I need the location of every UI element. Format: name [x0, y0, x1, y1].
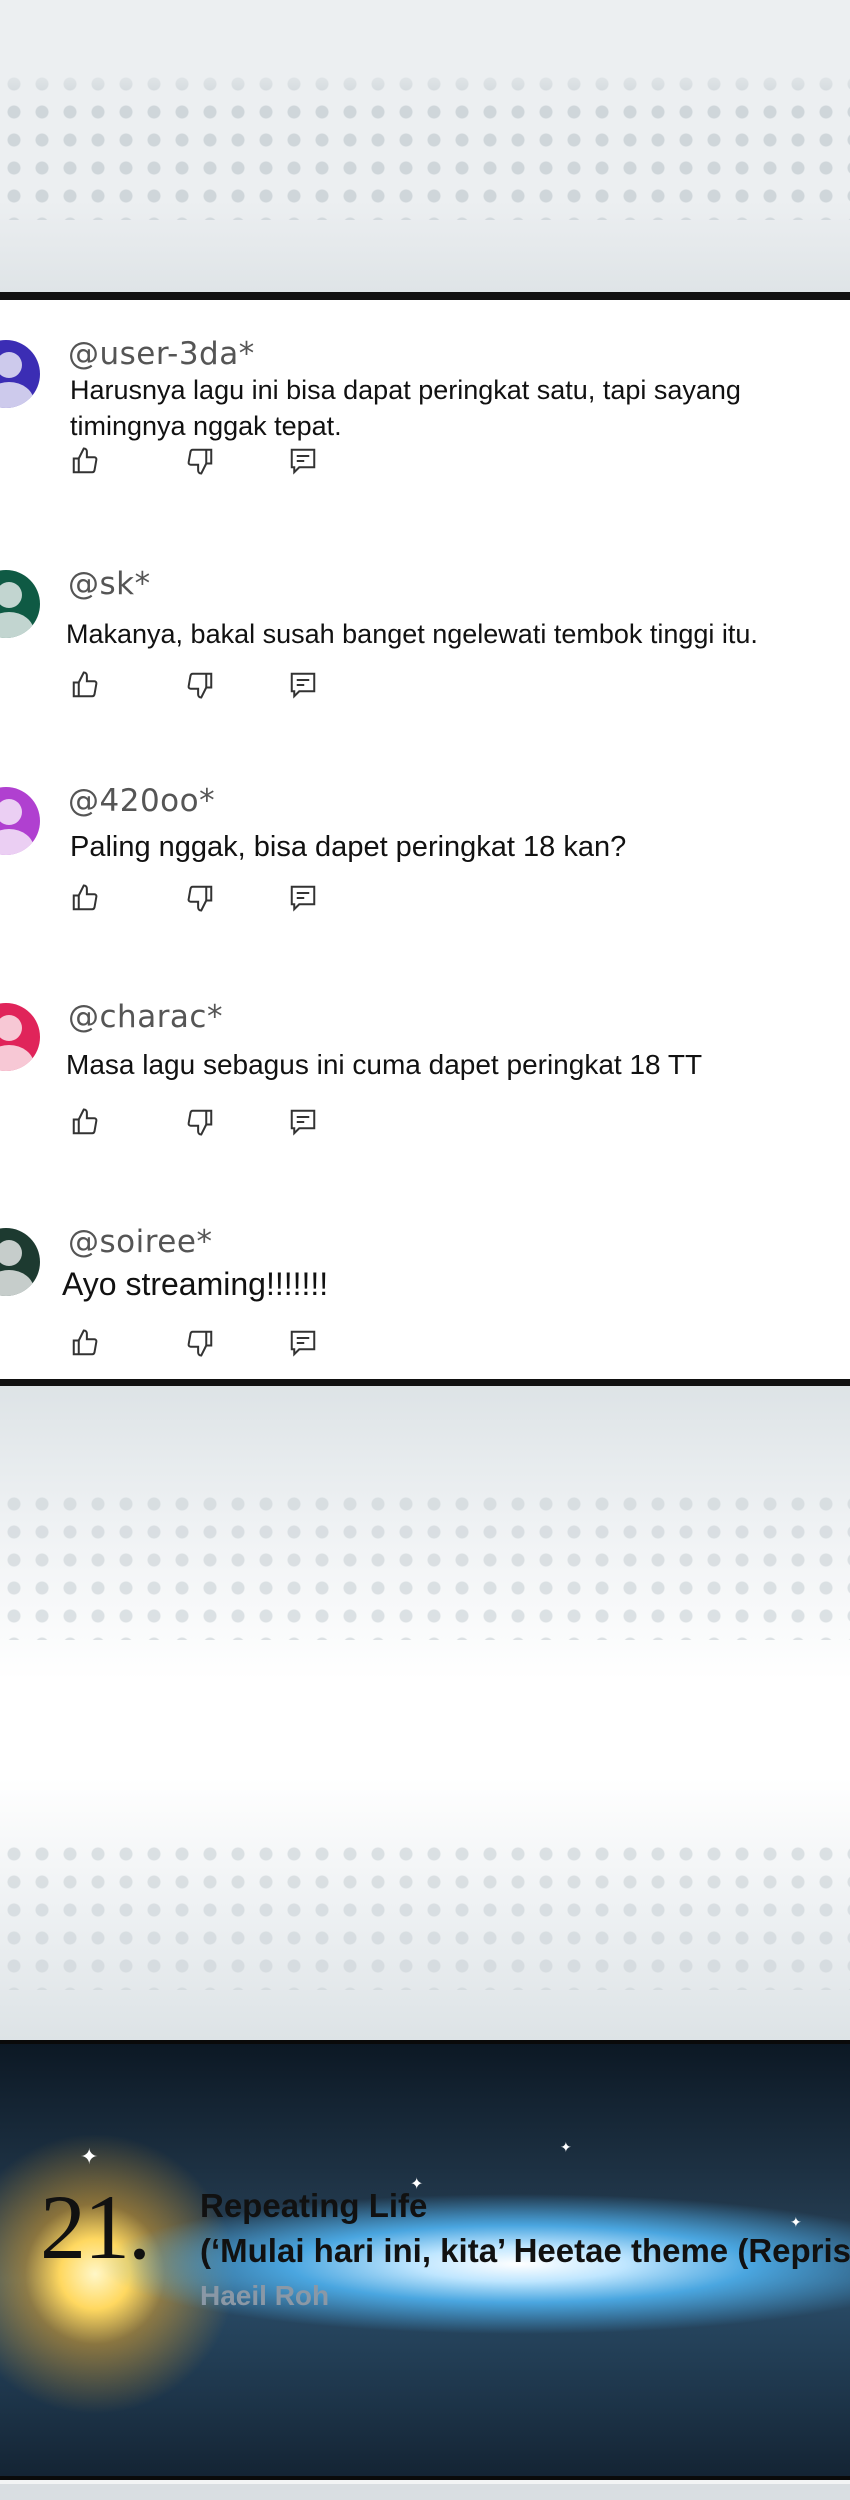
reply-icon[interactable]	[288, 1107, 318, 1137]
sparkle-icon: ✦	[80, 2144, 99, 2169]
middle-halftone-dots-upper	[0, 1490, 850, 1640]
thumbs-up-icon[interactable]	[70, 1328, 100, 1358]
comment-actions	[70, 670, 370, 704]
thumbs-up-icon[interactable]	[70, 883, 100, 913]
thumbs-up-icon[interactable]	[70, 670, 100, 700]
comment-handle[interactable]: @sk*	[68, 566, 151, 602]
track-banner: ✦ ✦ ✦ ✦ 21. Repeating Life (‘Mulai hari …	[0, 2040, 850, 2480]
comment-actions	[70, 446, 370, 480]
thumbs-down-icon[interactable]	[185, 1328, 215, 1358]
comment-text: Makanya, bakal susah banget ngelewati te…	[66, 619, 758, 649]
thumbs-down-icon[interactable]	[185, 670, 215, 700]
reply-icon[interactable]	[288, 670, 318, 700]
thumbs-up-icon[interactable]	[70, 1107, 100, 1137]
comment-actions	[70, 1107, 370, 1141]
top-fade	[0, 60, 850, 100]
avatar[interactable]	[0, 1228, 40, 1296]
thumbs-down-icon[interactable]	[185, 446, 215, 476]
avatar[interactable]	[0, 787, 40, 855]
thumbs-up-icon[interactable]	[70, 446, 100, 476]
comment-panel: @user-3da* Harusnya lagu ini bisa dapat …	[0, 292, 850, 1386]
comment-handle[interactable]: @charac*	[68, 999, 223, 1035]
comment-actions	[70, 883, 370, 917]
middle-halftone-dots-lower	[0, 1840, 850, 1990]
comment-text: Masa lagu sebagus ini cuma dapet peringk…	[66, 1049, 703, 1080]
track-artist: Haeil Roh	[200, 2280, 330, 2311]
track-number: 21.	[40, 2176, 151, 2278]
sparkle-icon: ✦	[560, 2139, 572, 2155]
track-title: Repeating Life	[200, 2187, 428, 2224]
reply-icon[interactable]	[288, 1328, 318, 1358]
comment-text: Paling nggak, bisa dapet peringkat 18 ka…	[70, 831, 627, 863]
bottom-strip	[0, 2484, 850, 2500]
comment-handle[interactable]: @user-3da*	[68, 336, 255, 372]
top-fade-bottom	[0, 200, 850, 292]
comment-handle[interactable]: @soiree*	[68, 1224, 212, 1260]
comment-actions	[70, 1328, 370, 1362]
sparkle-icon: ✦	[790, 2214, 802, 2230]
track-subtitle: (‘Mulai hari ini, kita’ Heetae theme (Re…	[200, 2232, 850, 2269]
comment-text: Harusnya lagu ini bisa dapat peringkat s…	[70, 375, 741, 441]
reply-icon[interactable]	[288, 446, 318, 476]
comment-handle[interactable]: @420oo*	[68, 783, 215, 819]
reply-icon[interactable]	[288, 883, 318, 913]
avatar[interactable]	[0, 1003, 40, 1071]
thumbs-down-icon[interactable]	[185, 1107, 215, 1137]
thumbs-down-icon[interactable]	[185, 883, 215, 913]
comment-text: Ayo streaming!!!!!!!	[62, 1266, 329, 1302]
avatar[interactable]	[0, 570, 40, 638]
avatar[interactable]	[0, 340, 40, 408]
